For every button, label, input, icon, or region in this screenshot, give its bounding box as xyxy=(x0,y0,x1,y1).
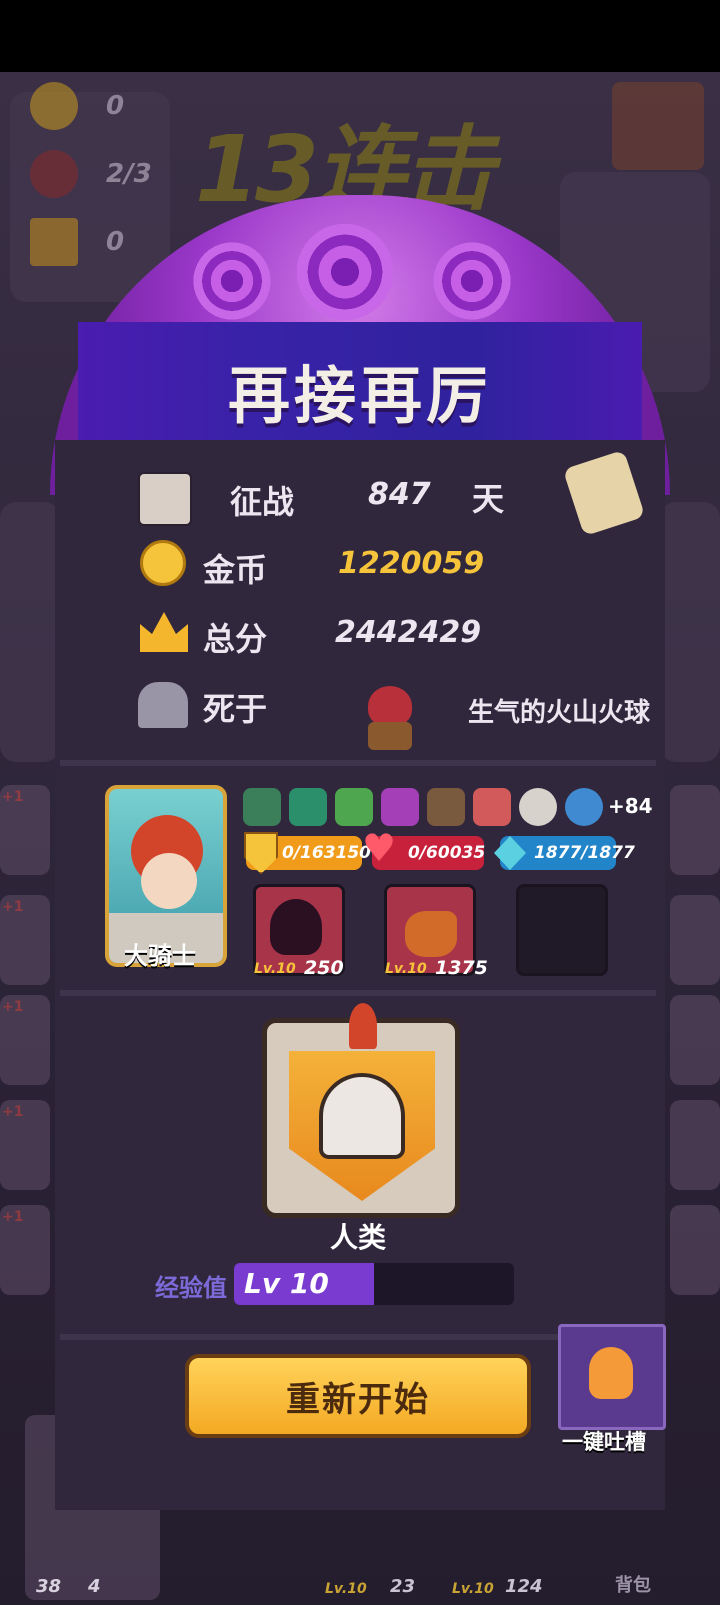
shield-value: 0/163150 xyxy=(282,843,372,863)
coins-label: 金币 xyxy=(203,551,268,589)
target-icon xyxy=(290,217,400,327)
target-icon xyxy=(428,237,516,325)
side-card xyxy=(670,785,720,875)
side-card xyxy=(670,1100,720,1190)
divider xyxy=(60,760,656,766)
status-bar xyxy=(0,0,720,72)
skill-slot[interactable]: Lv.10 1375 xyxy=(384,884,488,979)
fireball-monster-icon xyxy=(368,686,412,726)
feedback-label[interactable]: 一键吐槽 xyxy=(562,1426,646,1456)
side-card: +1 xyxy=(0,1205,50,1295)
trident-icon[interactable] xyxy=(243,788,281,826)
crown-icon xyxy=(30,218,78,266)
mana-value: 1877/1877 xyxy=(534,843,635,863)
hud-devils: 2/3 xyxy=(30,150,152,198)
axe-icon[interactable] xyxy=(427,788,465,826)
skill-slot-empty[interactable] xyxy=(516,884,608,976)
coin-icon xyxy=(140,540,186,586)
skill-value: 1375 xyxy=(435,957,488,979)
bg-tile xyxy=(660,502,720,762)
skill-level: Lv.10 xyxy=(385,961,427,977)
level-text: Lv 10 xyxy=(244,1267,329,1300)
gear-icon[interactable] xyxy=(381,788,419,826)
target-icon xyxy=(188,237,276,325)
hero-face xyxy=(141,853,197,909)
bottom-count: 38 xyxy=(36,1576,62,1597)
fire-horn-icon xyxy=(405,911,457,957)
plus-badge: +1 xyxy=(2,1104,24,1120)
killer-name: 生气的火山火球 xyxy=(467,698,650,728)
bottom-skill-level: Lv.10 xyxy=(325,1581,367,1597)
skill-value: 250 xyxy=(304,957,344,979)
days-unit: 天 xyxy=(472,480,505,518)
tombstone-icon xyxy=(138,682,188,728)
skill-level: Lv.10 xyxy=(254,961,296,977)
days-value: 847 xyxy=(368,477,431,512)
coin-icon xyxy=(30,82,78,130)
relics-more[interactable]: +84 xyxy=(608,794,653,818)
coins-value: 1220059 xyxy=(338,546,485,581)
pig-icon[interactable] xyxy=(473,788,511,826)
score-value: 2442429 xyxy=(335,615,482,650)
side-card xyxy=(670,995,720,1085)
helmet-icon xyxy=(319,1073,405,1159)
plus-badge: +1 xyxy=(2,999,24,1015)
bottom-skill-level: Lv.10 xyxy=(452,1581,494,1597)
hud-crowns: 0 xyxy=(30,218,124,266)
restart-button[interactable]: 重新开始 xyxy=(185,1354,531,1438)
heart-icon: ♥ xyxy=(362,826,397,870)
hud-coins: 0 xyxy=(30,82,124,130)
race-emblem xyxy=(262,1003,460,1218)
plus-badge: +1 xyxy=(2,899,24,915)
armor-icon[interactable] xyxy=(289,788,327,826)
divider xyxy=(60,990,656,996)
hp-value: 0/60035 xyxy=(408,843,486,863)
bg-tile xyxy=(0,502,60,762)
hud-coins-value: 0 xyxy=(106,91,125,121)
exp-bar: Lv 10 xyxy=(234,1263,514,1305)
side-card: +1 xyxy=(0,895,50,985)
plus-badge: +1 xyxy=(2,1209,24,1225)
side-card: +1 xyxy=(0,995,50,1085)
bottom-bar: 38 4 Lv.10 23 Lv.10 124 背包 xyxy=(0,1415,720,1605)
backpack-label[interactable]: 背包 xyxy=(615,1571,651,1597)
bottom-count: 4 xyxy=(88,1576,101,1597)
exp-label: 经验值 xyxy=(155,1274,227,1302)
chest-icon[interactable] xyxy=(612,82,704,170)
result-title: 再接再厉 xyxy=(227,359,492,432)
side-card: +1 xyxy=(0,785,50,875)
score-label: 总分 xyxy=(203,620,268,658)
race-name: 人类 xyxy=(330,1221,387,1254)
hud-crowns-value: 0 xyxy=(106,227,125,257)
cross-shield-icon[interactable] xyxy=(519,788,557,826)
devil-icon xyxy=(30,150,78,198)
horn-icon[interactable] xyxy=(335,788,373,826)
side-card xyxy=(670,1205,720,1295)
monster-barrel xyxy=(368,722,412,750)
round-shield-icon[interactable] xyxy=(565,788,603,826)
skill-slot[interactable]: Lv.10 250 xyxy=(253,884,345,979)
helmet-plume xyxy=(349,1003,377,1049)
shadow-skull-icon xyxy=(270,899,322,955)
side-card xyxy=(670,895,720,985)
sword-icon xyxy=(138,472,192,526)
days-label: 征战 xyxy=(230,483,295,521)
bottom-skill-value: 124 xyxy=(505,1576,543,1597)
hero-name: 大骑士 xyxy=(124,942,196,970)
bottom-skill-value: 23 xyxy=(390,1576,416,1597)
complain-character-icon xyxy=(589,1347,633,1399)
death-label: 死于 xyxy=(203,690,268,728)
side-card: +1 xyxy=(0,1100,50,1190)
hud-devils-value: 2/3 xyxy=(106,159,152,189)
plus-badge: +1 xyxy=(2,789,24,805)
feedback-button[interactable] xyxy=(558,1324,666,1430)
